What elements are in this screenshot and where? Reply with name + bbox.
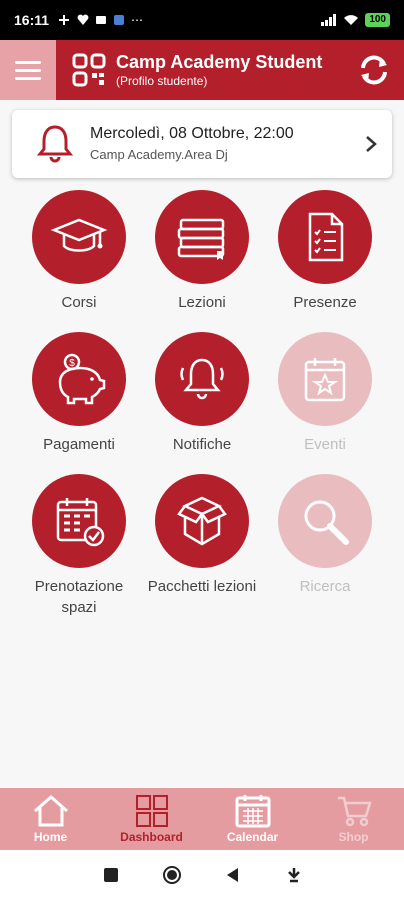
checklist-document-icon xyxy=(308,212,344,262)
tile-label: Notifiche xyxy=(172,436,232,453)
menu-button[interactable] xyxy=(0,40,56,100)
home-circle-icon[interactable] xyxy=(162,865,182,885)
tile-label: Pagamenti xyxy=(43,436,115,453)
tile-pacchetti-lezioni[interactable]: Pacchetti lezioni xyxy=(140,474,264,597)
calendar-check-icon xyxy=(56,498,105,547)
status-bar: 16:11 ⋯ 100 xyxy=(0,0,404,40)
tile-circle xyxy=(155,474,249,568)
app-header: Camp Academy Student (Profilo studente) xyxy=(0,40,404,100)
tile-eventi[interactable]: Eventi xyxy=(263,332,387,455)
nav-label: Dashboard xyxy=(120,830,183,844)
tile-circle xyxy=(155,190,249,284)
tile-circle xyxy=(32,190,126,284)
back-icon[interactable] xyxy=(223,865,243,885)
grid-icon xyxy=(135,795,168,827)
nav-label: Shop xyxy=(338,830,369,844)
tile-circle: $ xyxy=(32,332,126,426)
tile-label: Ricerca xyxy=(299,578,351,595)
calendar-star-icon xyxy=(304,358,346,402)
event-date: Mercoledì, 08 Ottobre, 22:00 xyxy=(90,125,294,142)
keyboard-hide-icon[interactable] xyxy=(284,865,304,885)
nav-calendar[interactable]: Calendar xyxy=(202,788,303,850)
vpn-icon xyxy=(59,15,70,25)
graduation-cap-icon xyxy=(50,218,108,252)
cart-icon xyxy=(337,796,372,827)
tile-presenze[interactable]: Presenze xyxy=(263,190,387,313)
tile-label: Pacchetti lezioni xyxy=(147,578,257,595)
profile-subtitle: (Profilo studente) xyxy=(116,74,208,88)
header-titles: Camp Academy Student (Profilo studente) xyxy=(116,51,322,89)
signal-icon xyxy=(321,14,337,26)
battery-indicator: 100 xyxy=(365,13,390,27)
next-event-card[interactable]: Mercoledì, 08 Ottobre, 22:00 Camp Academ… xyxy=(12,110,392,178)
home-icon xyxy=(33,795,68,827)
nav-shop[interactable]: Shop xyxy=(303,788,404,850)
tile-label: Prenotazione spazi xyxy=(34,578,124,616)
tile-label: Eventi xyxy=(304,436,346,453)
tile-circle xyxy=(278,190,372,284)
tile-label: Lezioni xyxy=(178,294,226,311)
wifi-icon xyxy=(344,15,359,25)
tile-circle xyxy=(32,474,126,568)
books-icon xyxy=(177,218,225,260)
message-icon xyxy=(96,16,107,24)
bell-icon xyxy=(180,358,224,400)
status-notification-icons: ⋯ xyxy=(57,13,143,27)
tile-corsi[interactable]: Corsi xyxy=(17,190,141,313)
app-title: Camp Academy Student xyxy=(116,52,323,72)
bell-icon xyxy=(36,125,74,163)
nav-label: Calendar xyxy=(226,830,279,844)
calendar-icon xyxy=(235,795,270,828)
nav-home[interactable]: Home xyxy=(0,788,101,850)
bottom-navigation: Home Dashboard Calendar Shop xyxy=(0,788,404,850)
app-icon xyxy=(114,15,125,25)
tile-pagamenti[interactable]: $ Pagamenti xyxy=(17,332,141,455)
tile-circle xyxy=(278,332,372,426)
refresh-icon[interactable] xyxy=(356,52,392,88)
event-place: Camp Academy.Area Dj xyxy=(90,147,228,162)
tile-circle xyxy=(155,332,249,426)
tile-prenotazione-spazi[interactable]: Prenotazione spazi xyxy=(17,474,141,618)
status-system-icons: 100 xyxy=(321,13,390,27)
hamburger-line xyxy=(15,76,41,80)
next-event-text: Mercoledì, 08 Ottobre, 22:00 Camp Academ… xyxy=(90,123,294,165)
chevron-right-icon xyxy=(366,136,377,152)
tile-circle xyxy=(278,474,372,568)
tile-label: Presenze xyxy=(293,294,357,311)
tile-ricerca[interactable]: Ricerca xyxy=(263,474,387,597)
hamburger-line xyxy=(15,68,41,72)
qr-code-icon[interactable] xyxy=(72,53,106,87)
nav-label: Home xyxy=(33,830,68,844)
recents-icon[interactable] xyxy=(101,865,121,885)
more-icon: ⋯ xyxy=(131,13,144,27)
tile-label: Corsi xyxy=(61,294,97,311)
heart-icon xyxy=(77,14,89,25)
hamburger-line xyxy=(15,60,41,64)
piggy-bank-icon: $ xyxy=(58,353,106,405)
magnifier-icon xyxy=(304,500,349,545)
tile-notifiche[interactable]: Notifiche xyxy=(140,332,264,455)
nav-dashboard[interactable]: Dashboard xyxy=(101,788,202,850)
status-time: 16:11 xyxy=(14,12,50,28)
dashboard-content: Mercoledì, 08 Ottobre, 22:00 Camp Academ… xyxy=(0,100,404,788)
system-navigation xyxy=(0,850,404,900)
open-box-icon xyxy=(177,496,227,546)
tile-lezioni[interactable]: Lezioni xyxy=(140,190,264,313)
